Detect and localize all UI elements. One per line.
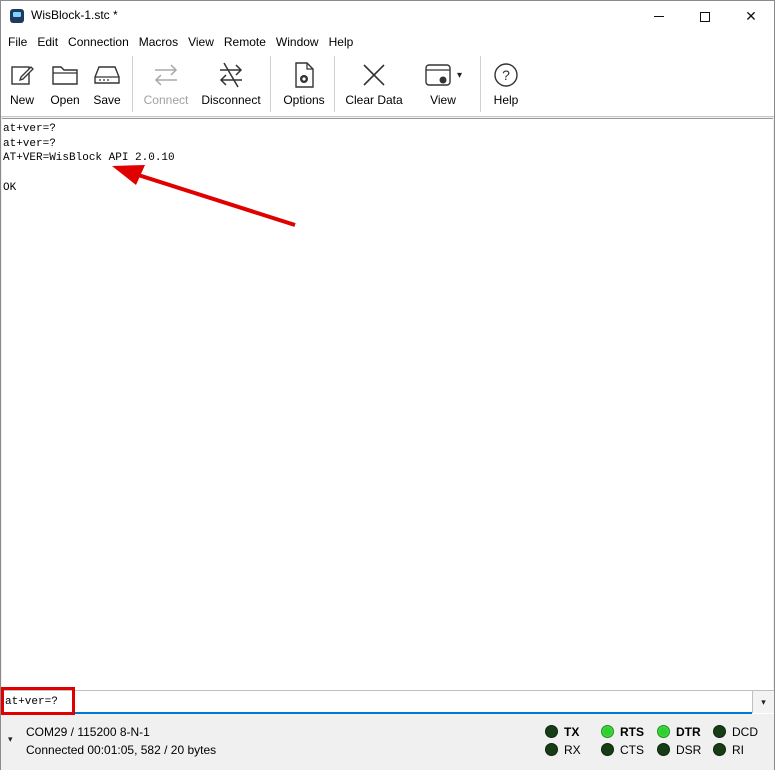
disconnect-label: Disconnect — [201, 93, 261, 107]
close-button[interactable]: ✕ — [728, 1, 774, 32]
save-drive-icon — [92, 60, 122, 90]
tx-led — [545, 725, 558, 738]
menu-view[interactable]: View — [183, 32, 219, 52]
new-label: New — [9, 93, 34, 107]
open-button[interactable]: Open — [48, 52, 82, 112]
rts-label: RTS — [620, 725, 644, 739]
options-label: Options — [283, 93, 325, 107]
ri-label: RI — [732, 743, 744, 757]
toolbar-separator — [132, 56, 133, 112]
rts-led[interactable] — [601, 725, 614, 738]
rx-label: RX — [564, 743, 581, 757]
dtr-led[interactable] — [657, 725, 670, 738]
menu-help[interactable]: Help — [324, 32, 359, 52]
cts-label: CTS — [620, 743, 644, 757]
dsr-label: DSR — [676, 743, 702, 757]
minimize-button[interactable] — [636, 1, 682, 32]
clear-data-label: Clear Data — [345, 93, 403, 107]
maximize-button[interactable] — [682, 1, 728, 32]
status-expand-icon[interactable]: ▾ — [8, 734, 13, 745]
view-label: View — [430, 93, 456, 107]
dtr-label: DTR — [676, 725, 701, 739]
menu-remote[interactable]: Remote — [219, 32, 271, 52]
close-icon: ✕ — [745, 8, 757, 24]
help-label: Help — [493, 93, 519, 107]
save-label: Save — [93, 93, 121, 107]
help-icon: ? — [491, 60, 521, 90]
rx-led — [545, 743, 558, 756]
dcd-label: DCD — [732, 725, 758, 739]
new-button[interactable]: New — [7, 52, 37, 112]
menu-file[interactable]: File — [3, 32, 32, 52]
title-bar[interactable]: WisBlock-1.stc * ✕ — [1, 1, 774, 32]
port-settings: COM29 / 115200 8-N-1 — [26, 725, 150, 739]
menu-window[interactable]: Window — [271, 32, 324, 52]
options-button[interactable]: Options — [282, 52, 326, 112]
dsr-led — [657, 743, 670, 756]
menu-connection[interactable]: Connection — [63, 32, 134, 52]
help-glyph: ? — [502, 67, 510, 83]
terminal-line: AT+VER=WisBlock API 2.0.10 — [3, 152, 175, 164]
menu-edit[interactable]: Edit — [32, 32, 63, 52]
terminal-line: at+ver=? — [3, 138, 56, 150]
dropdown-arrow-icon: ▾ — [761, 696, 766, 707]
connect-button[interactable]: Connect — [142, 52, 190, 112]
cts-led — [601, 743, 614, 756]
save-button[interactable]: Save — [91, 52, 123, 112]
terminal-line: OK — [3, 182, 17, 194]
maximize-icon — [700, 11, 710, 22]
app-icon — [10, 9, 24, 23]
toolbar-separator — [334, 56, 335, 112]
clear-data-button[interactable]: Clear Data — [345, 52, 403, 112]
window-title: WisBlock-1.stc * — [31, 8, 118, 22]
folder-icon — [50, 60, 80, 90]
send-input[interactable] — [2, 691, 752, 714]
status-bar: ▾ COM29 / 115200 8-N-1 Connected 00:01:0… — [1, 715, 774, 770]
clear-x-icon — [359, 60, 389, 90]
app-window: WisBlock-1.stc * ✕ File Edit Connection … — [0, 0, 775, 770]
annotation-arrow-shaft — [131, 171, 296, 227]
connection-status: Connected 00:01:05, 582 / 20 bytes — [26, 743, 217, 757]
ri-led — [713, 743, 726, 756]
view-caret-icon: ▾ — [456, 69, 463, 81]
connect-arrows-icon — [151, 60, 181, 90]
menu-macros[interactable]: Macros — [134, 32, 183, 52]
view-button[interactable]: ▾ View — [419, 52, 467, 112]
terminal-output[interactable]: at+ver=? at+ver=? AT+VER=WisBlock API 2.… — [2, 118, 773, 690]
toolbar: New Open Save Connect Disconnect Options… — [1, 52, 774, 117]
disconnect-icon — [216, 60, 246, 90]
open-label: Open — [50, 93, 80, 107]
connect-label: Connect — [143, 93, 189, 107]
minimize-icon — [654, 16, 664, 17]
options-gear-document-icon — [289, 60, 319, 90]
annotation-arrow-head — [112, 165, 145, 185]
help-button[interactable]: ? Help — [490, 52, 522, 112]
disconnect-button[interactable]: Disconnect — [200, 52, 262, 112]
dcd-led — [713, 725, 726, 738]
tx-label: TX — [564, 725, 580, 739]
toolbar-separator — [270, 56, 271, 112]
send-bar: ▾ — [2, 690, 774, 714]
view-window-icon: ▾ — [420, 60, 466, 90]
terminal-line: at+ver=? — [3, 123, 56, 135]
new-file-icon — [7, 60, 37, 90]
send-history-dropdown[interactable]: ▾ — [752, 691, 774, 713]
toolbar-separator — [480, 56, 481, 112]
menu-bar: File Edit Connection Macros View Remote … — [1, 32, 774, 52]
